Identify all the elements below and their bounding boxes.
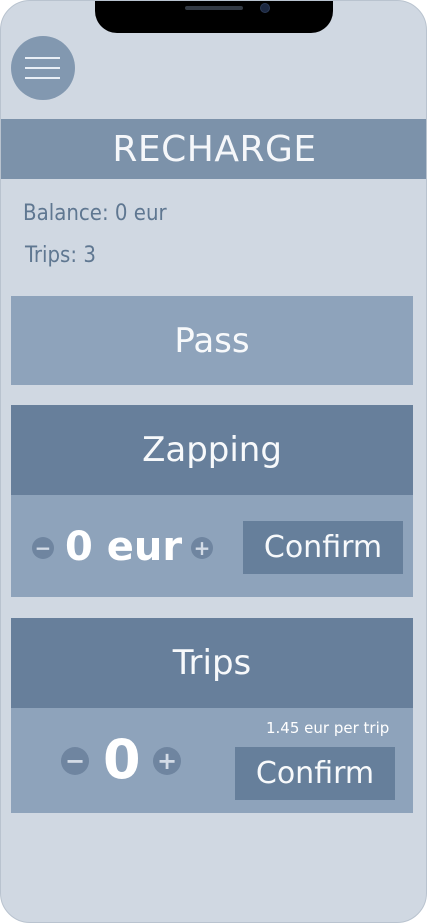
trips-increase-button[interactable]: + <box>153 747 181 775</box>
zapping-confirm-button[interactable]: Confirm <box>243 521 403 574</box>
phone-frame: RECHARGE Balance: 0 eur Trips: 3 Pass Za… <box>0 0 427 923</box>
trips-title: Trips <box>172 643 252 683</box>
device-notch <box>95 1 333 33</box>
trips-count: 0 <box>103 728 141 791</box>
trips-section-body: − 0 + 1.45 eur per trip Confirm <box>11 708 413 813</box>
trips-count-text: Trips: 3 <box>25 243 96 268</box>
pass-button-label: Pass <box>174 320 250 361</box>
plus-circle-icon: + <box>156 747 178 775</box>
pass-button[interactable]: Pass <box>11 296 413 385</box>
camera-icon <box>261 4 269 12</box>
zapping-section-body: − 0 eur + Confirm <box>11 495 413 597</box>
minus-circle-icon: − <box>64 747 86 775</box>
trips-decrease-button[interactable]: − <box>61 747 89 775</box>
page-title: RECHARGE <box>112 128 317 170</box>
zapping-amount: 0 eur <box>65 524 183 570</box>
menu-button[interactable] <box>11 36 75 100</box>
page-header: RECHARGE <box>1 119 426 179</box>
hamburger-menu-icon <box>25 77 60 79</box>
balance-text: Balance: 0 eur <box>23 201 167 226</box>
zapping-increase-button[interactable]: + <box>191 536 213 560</box>
zapping-section-header: Zapping <box>11 405 413 495</box>
speaker-grille <box>185 6 243 10</box>
trips-confirm-label: Confirm <box>255 756 375 791</box>
minus-circle-icon: − <box>34 536 52 560</box>
hamburger-menu-icon <box>25 67 60 69</box>
plus-circle-icon: + <box>193 536 211 560</box>
trips-confirm-button[interactable]: Confirm <box>235 747 395 800</box>
zapping-decrease-button[interactable]: − <box>32 536 54 560</box>
hamburger-menu-icon <box>25 57 60 59</box>
trips-section-header: Trips <box>11 618 413 708</box>
price-per-trip-note: 1.45 eur per trip <box>266 719 390 737</box>
zapping-title: Zapping <box>142 430 282 470</box>
zapping-confirm-label: Confirm <box>263 530 383 565</box>
